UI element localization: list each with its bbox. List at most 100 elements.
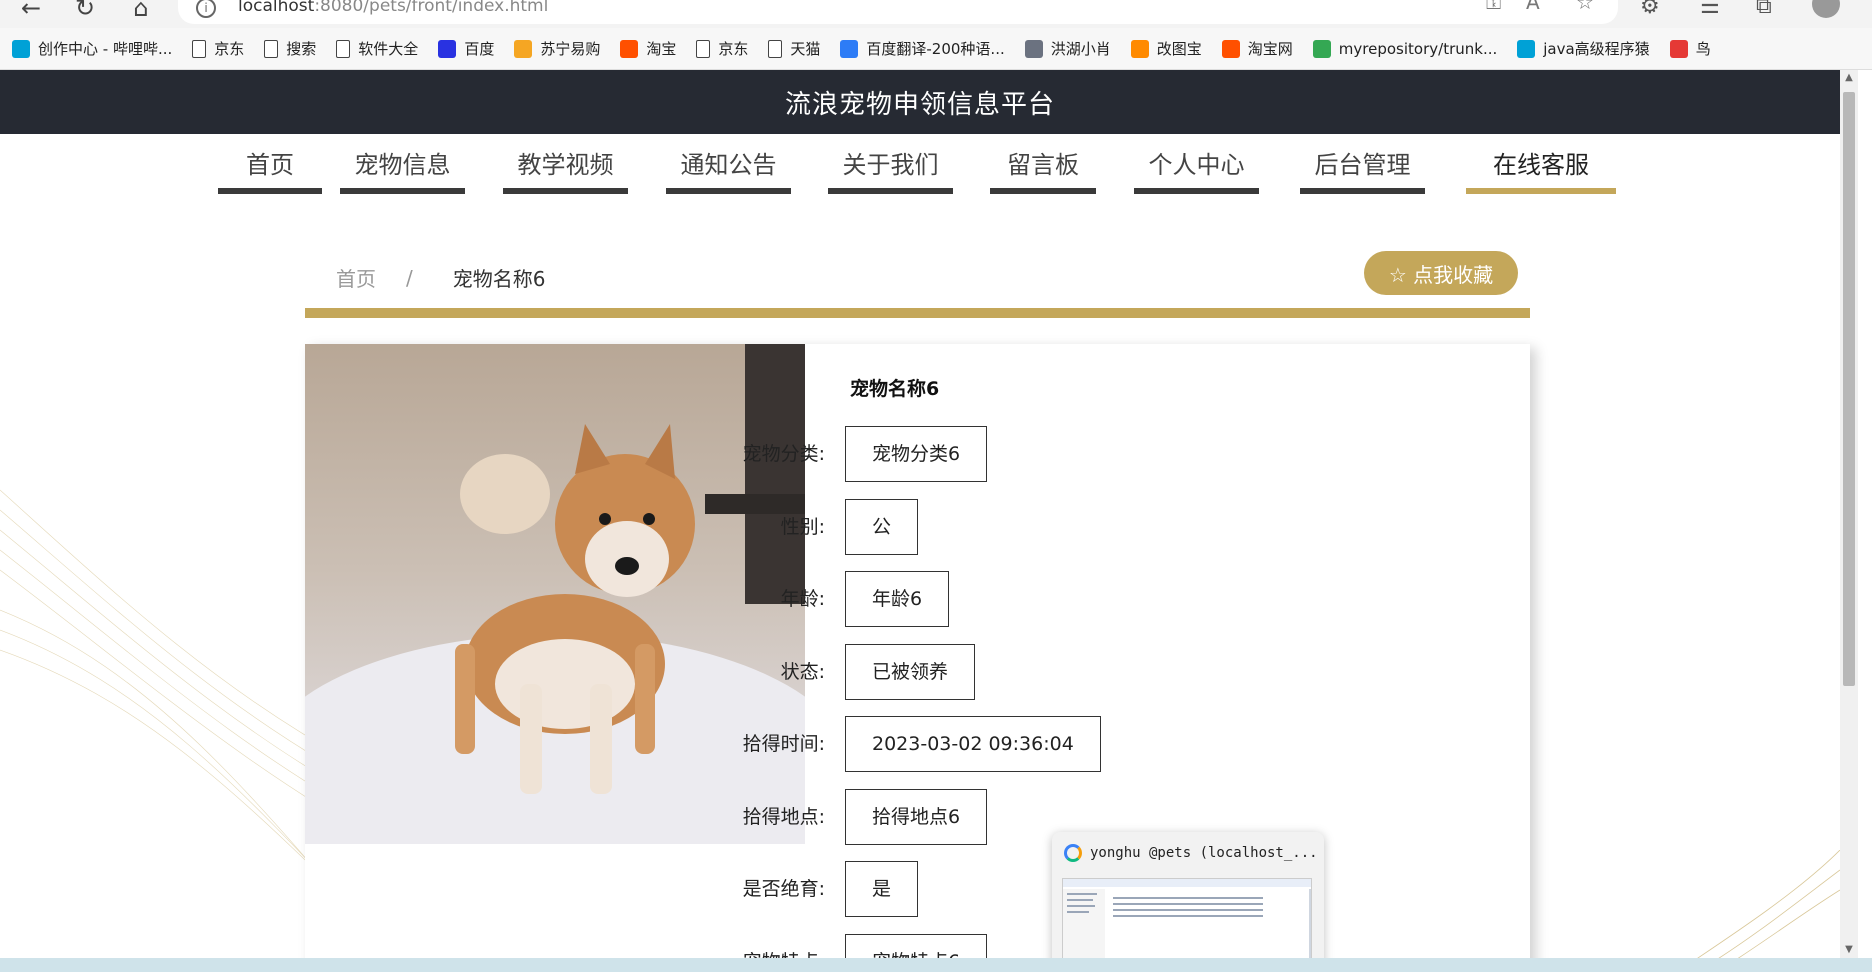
taskbar-preview-popup[interactable]: yonghu @pets (localhost_... (1052, 832, 1324, 958)
site-header: 流浪宠物申领信息平台 (0, 70, 1840, 134)
scroll-down-icon[interactable]: ▼ (1840, 944, 1858, 955)
detail-value: 公 (845, 498, 919, 555)
bookmark-item[interactable]: java高级程序猿 (1517, 38, 1650, 59)
page-scrollbar[interactable]: ▲ ▼ (1840, 70, 1858, 958)
bookmark-label: 软件大全 (358, 40, 419, 58)
nav-item[interactable]: 后台管理 (1300, 150, 1425, 194)
detail-label: 年龄: (780, 588, 825, 610)
pet-name: 宠物名称6 (850, 378, 940, 400)
refresh-icon[interactable]: ↻ (68, 0, 102, 22)
bookmark-item[interactable]: 天猫 (768, 38, 820, 59)
nav-item[interactable]: 首页 (218, 150, 322, 194)
bookmark-item[interactable]: 洪湖小肖 (1024, 38, 1111, 59)
bookmark-label: 搜索 (286, 40, 317, 58)
divider-bar (305, 308, 1530, 318)
browser-toolbar: ← ↻ ⌂ i localhost:8080/pets/front/index.… (0, 0, 1872, 28)
profile-avatar[interactable] (1812, 0, 1840, 18)
bookmark-label: 鸟 (1695, 40, 1711, 58)
bookmark-item[interactable]: 百度翻译-200种语... (840, 38, 1005, 59)
page-viewport: 流浪宠物申领信息平台 首页 宠物信息 教学视频 通知公告 关于我们 留言板 个人中心 后台管理… (0, 70, 1872, 958)
breadcrumb-home[interactable]: 首页 (336, 263, 376, 292)
taskbar-preview-title: yonghu @pets (localhost_... (1090, 845, 1318, 861)
page-icon (336, 39, 351, 58)
favorite-button[interactable]: ☆ 点我收藏 (1364, 251, 1518, 295)
wave-decoration-right (1697, 850, 1840, 958)
suning-icon (514, 39, 533, 58)
bookmark-item[interactable]: 京东 (192, 38, 244, 59)
page-icon (768, 39, 783, 58)
detail-label: 是否绝育: (742, 878, 825, 900)
favorite-star-icon[interactable]: ☆ (1576, 0, 1594, 14)
bookmark-item[interactable]: 百度 (438, 38, 494, 59)
bookmark-item[interactable]: 改图宝 (1130, 38, 1202, 59)
nav-item[interactable]: 个人中心 (1134, 150, 1259, 194)
bookmark-item[interactable]: 京东 (696, 38, 748, 59)
detail-value: 2023-03-02 09:36:04 (845, 716, 1101, 772)
detail-value: 年龄6 (845, 571, 950, 627)
bookmark-label: 苏宁易购 (540, 40, 601, 58)
bookmark-item[interactable]: 苏宁易购 (514, 38, 600, 59)
taobao-icon (620, 39, 639, 58)
navicat-app-icon (1064, 844, 1082, 862)
detail-value: 拾得地点6 (845, 788, 988, 845)
bookmark-item[interactable]: 软件大全 (336, 38, 418, 59)
baidu-translate-icon (840, 39, 859, 58)
bookmark-item[interactable]: 搜索 (264, 38, 316, 59)
bookmark-label: 京东 (214, 40, 245, 58)
page-icon (696, 39, 711, 58)
home-icon[interactable]: ⌂ (124, 0, 158, 22)
bookmark-label: 天猫 (790, 40, 821, 58)
breadcrumb-current: 宠物名称6 (452, 267, 546, 291)
detail-label: 性别: (780, 515, 825, 538)
site-info-icon[interactable]: i (196, 0, 216, 18)
taskbar-edge (0, 958, 1872, 972)
bookmarks-bar: 创作中心 - 哔哩哔... 京东 搜索 软件大全 百度 苏宁易购 淘宝 京东 天猫 百度翻译-20… (0, 28, 1872, 70)
detail-value: 已被领养 (845, 643, 976, 700)
bookmark-label: 淘宝网 (1247, 40, 1293, 58)
nav-item[interactable]: 教学视频 (503, 150, 628, 194)
bookmark-label: 洪湖小肖 (1050, 40, 1111, 58)
key-icon[interactable]: ⚿ (1486, 0, 1501, 14)
breadcrumb-separator: / (406, 265, 413, 290)
bookmark-item[interactable]: myrepository/trunk... (1312, 39, 1498, 58)
bookmark-label: java高级程序猿 (1543, 40, 1650, 58)
chrome-icon (1312, 39, 1331, 58)
detail-label: 宠物分类: (742, 443, 825, 465)
detail-label: 拾得时间: (742, 733, 825, 755)
back-icon[interactable]: ← (14, 0, 48, 22)
detail-label: 宠物特点: (685, 934, 825, 959)
bookmark-item[interactable]: 淘宝网 (1221, 38, 1293, 59)
bilibili-icon (1517, 39, 1536, 58)
bookmark-label: 创作中心 - 哔哩哔... (38, 40, 173, 58)
bookmark-label: 京东 (718, 40, 749, 58)
bookmark-item[interactable]: 淘宝 (620, 38, 676, 59)
address-bar[interactable]: i localhost:8080/pets/front/index.html ⚿… (178, 0, 1618, 24)
page-icon (264, 39, 279, 58)
detail-label: 拾得地点: (742, 805, 825, 828)
detail-label: 状态: (780, 660, 825, 683)
bookmark-label: 百度翻译-200种语... (866, 40, 1005, 58)
favorites-icon[interactable]: ☰ (1700, 0, 1720, 19)
breadcrumb: 首页 / 宠物名称6 (336, 263, 545, 292)
bookmark-item[interactable]: 鸟 (1669, 38, 1711, 59)
nav-item[interactable]: 宠物信息 (340, 150, 465, 194)
baidu-paw-icon (438, 39, 457, 58)
bookmark-label: myrepository/trunk... (1338, 39, 1498, 58)
bird-icon (1024, 39, 1043, 58)
nav-item[interactable]: 留言板 (990, 150, 1096, 194)
taskbar-preview-thumbnail[interactable] (1062, 878, 1312, 958)
collections-icon[interactable]: ⧉ (1756, 0, 1772, 19)
extensions-icon[interactable]: ⚙ (1640, 0, 1660, 19)
scroll-up-icon[interactable]: ▲ (1840, 72, 1858, 83)
bookmark-label: 淘宝 (646, 40, 677, 58)
bookmark-item[interactable]: 创作中心 - 哔哩哔... (12, 38, 172, 59)
taobao-icon (1221, 39, 1240, 58)
site-title: 流浪宠物申领信息平台 (784, 89, 1055, 120)
nav-item[interactable]: 在线客服 (1466, 150, 1616, 194)
nav-item[interactable]: 关于我们 (828, 150, 953, 194)
scrollbar-thumb[interactable] (1843, 92, 1855, 686)
url-text[interactable]: localhost:8080/pets/front/index.html (238, 0, 548, 16)
read-aloud-icon[interactable]: A (1526, 0, 1540, 14)
bilibili-icon (12, 39, 30, 58)
nav-item[interactable]: 通知公告 (666, 150, 791, 194)
